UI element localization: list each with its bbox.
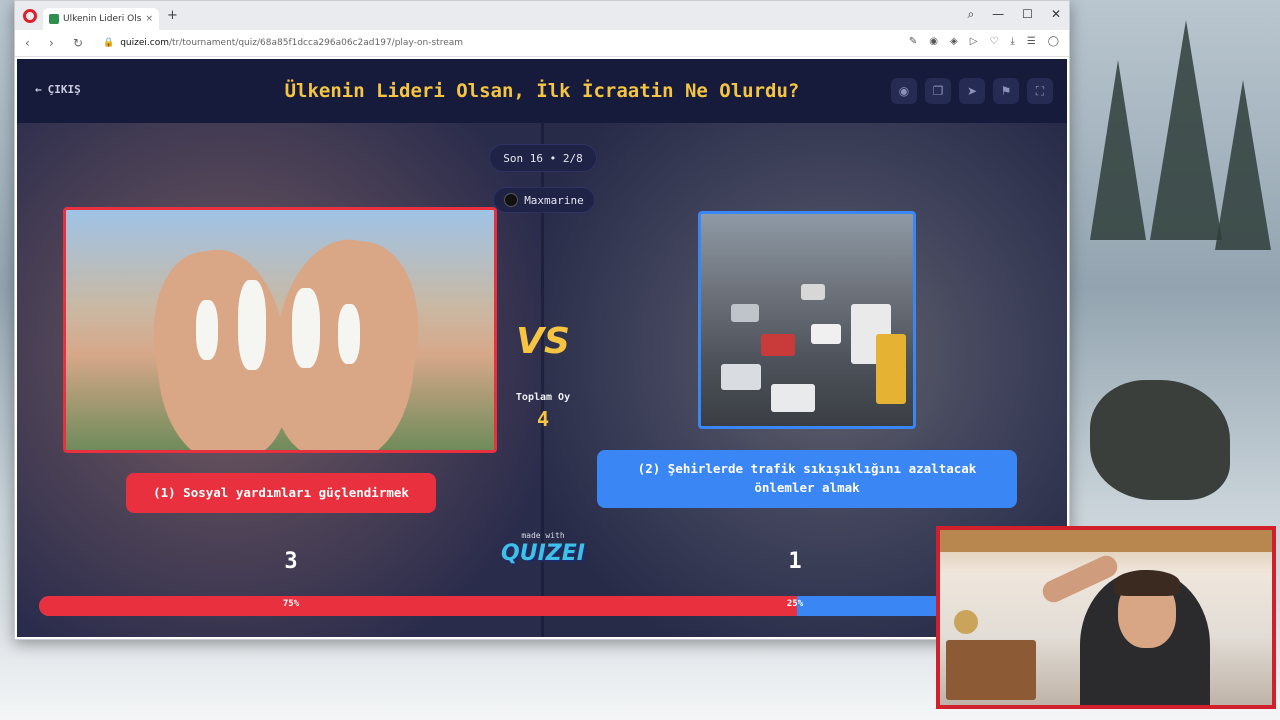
exit-button[interactable]: ← ÇIKIŞ [35, 83, 81, 96]
option-2-button[interactable]: (2) Şehirlerde trafik sıkışıklığını azal… [597, 450, 1017, 508]
url-path: /tr/tournament/quiz/68a85f1dcca296a06c2a… [168, 38, 464, 48]
eye-icon[interactable]: ◉ [891, 78, 917, 104]
streamer-badge: Maxmarine [493, 187, 595, 213]
option-2-vote-count: 1 [788, 549, 802, 574]
play-icon[interactable]: ▷ [970, 36, 978, 47]
quiz-title: Ülkenin Lideri Olsan, İlk İcraatin Ne Ol… [284, 80, 800, 102]
quizei-logo[interactable]: QUIZEI [497, 541, 589, 566]
url-field[interactable]: quizei.com/tr/tournament/quiz/68a85f1dcc… [120, 38, 463, 48]
arrow-left-icon: ← [35, 83, 42, 96]
option-2-percent: 25% [786, 599, 804, 609]
option-1-vote-count: 3 [284, 549, 298, 574]
lock-icon[interactable]: 🔒 [103, 38, 114, 48]
made-with-label: made with [521, 531, 565, 540]
address-bar: ‹ › ↻ 🔒 quizei.com/tr/tournament/quiz/68… [15, 30, 1069, 57]
tab-close-icon[interactable]: × [145, 14, 153, 24]
quiz-header: ← ÇIKIŞ Ülkenin Lideri Olsan, İlk İcraat… [17, 59, 1067, 123]
vote-progress-bar [39, 596, 1049, 616]
webcam-overlay [936, 526, 1276, 709]
username: Maxmarine [524, 193, 584, 207]
total-votes-value: 4 [536, 407, 550, 431]
exit-label: ÇIKIŞ [47, 83, 81, 96]
opera-logo-icon[interactable] [23, 8, 37, 23]
browser-window: Ülkenin Lideri Olsan, İlk İc × + ⌕ — ☐ ✕… [14, 0, 1070, 640]
download-icon[interactable]: ⤓ [1010, 36, 1014, 47]
copy-icon[interactable]: ❐ [925, 78, 951, 104]
total-votes-label: Toplam Oy [515, 392, 571, 403]
camera-icon[interactable]: ◉ [929, 36, 938, 47]
minimize-button[interactable]: — [992, 7, 1004, 22]
send-icon[interactable]: ➤ [959, 78, 985, 104]
header-actions: ◉ ❐ ➤ ⚑ ⛶ [891, 78, 1053, 104]
round-indicator: Son 16 • 2/8 [489, 144, 597, 172]
address-bar-icons: ✎ ◉ ◈ ▷ ♡ ⤓ ☰ ◯ [909, 36, 1059, 47]
heart-icon[interactable]: ♡ [989, 36, 998, 47]
menu-icon[interactable]: ☰ [1027, 36, 1036, 47]
tab-title: Ülkenin Lideri Olsan, İlk İc [63, 13, 142, 24]
option-2-image[interactable] [698, 211, 916, 429]
browser-tab[interactable]: Ülkenin Lideri Olsan, İlk İc × [43, 7, 159, 30]
reload-button[interactable]: ↻ [73, 36, 97, 50]
option-1-image[interactable] [63, 207, 497, 453]
flag-icon[interactable]: ⚑ [993, 78, 1019, 104]
option-1-button[interactable]: (1) Sosyal yardımları güçlendirmek [126, 473, 436, 513]
forward-button[interactable]: › [49, 36, 73, 50]
avatar [504, 193, 519, 207]
url-domain: quizei.com [120, 38, 169, 48]
quiz-page: ← ÇIKIŞ Ülkenin Lideri Olsan, İlk İcraat… [17, 59, 1067, 637]
tab-bar: Ülkenin Lideri Olsan, İlk İc × + ⌕ — ☐ ✕ [15, 1, 1069, 30]
profile-icon[interactable]: ◯ [1048, 36, 1059, 47]
close-window-button[interactable]: ✕ [1051, 7, 1061, 22]
vs-logo: VS [516, 321, 570, 362]
search-tabs-icon[interactable]: ⌕ [967, 7, 974, 22]
tab-favicon-icon [49, 13, 59, 24]
back-button[interactable]: ‹ [25, 36, 49, 50]
option-1-progress-fill [39, 596, 797, 616]
option-1-percent: 75% [282, 599, 300, 609]
maximize-button[interactable]: ☐ [1022, 7, 1033, 22]
new-tab-button[interactable]: + [167, 8, 178, 23]
window-controls: ⌕ — ☐ ✕ [967, 7, 1061, 22]
edit-icon[interactable]: ✎ [909, 36, 917, 47]
shield-icon[interactable]: ◈ [950, 36, 958, 47]
fullscreen-icon[interactable]: ⛶ [1027, 78, 1053, 104]
